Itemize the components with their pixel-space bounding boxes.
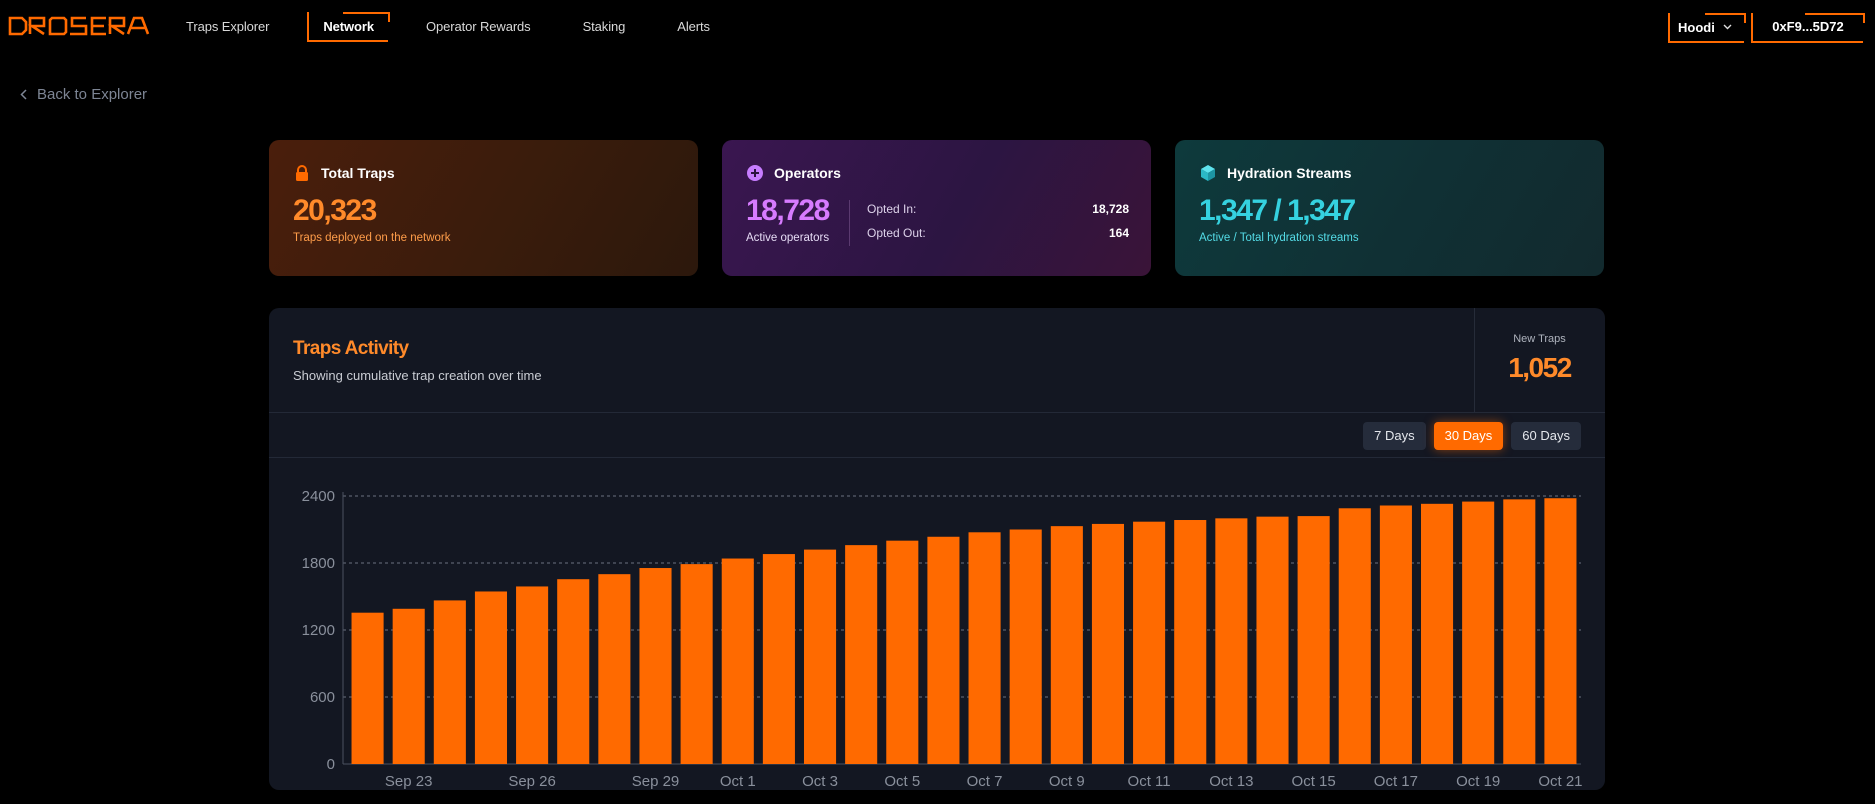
- y-tick-label: 1800: [302, 555, 335, 572]
- operators-divider: [849, 200, 850, 246]
- hydration-streams-card: Hydration Streams 1,347 / 1,347 Active /…: [1175, 140, 1604, 276]
- bar-oct-10[interactable]: [1091, 523, 1125, 764]
- x-tick-label: Oct 5: [884, 773, 920, 790]
- nav-alerts[interactable]: Alerts: [663, 12, 724, 42]
- activity-title: Traps Activity: [293, 338, 409, 359]
- bar-sep-22[interactable]: [351, 612, 384, 764]
- x-tick-label: Sep 26: [508, 773, 556, 790]
- bar-oct-5[interactable]: [886, 540, 919, 764]
- range-selector: 7 Days 30 Days 60 Days: [1355, 422, 1581, 450]
- y-tick-label: 1200: [302, 622, 335, 639]
- bar-oct-3[interactable]: [803, 549, 837, 764]
- opted-in-value: 18,728: [1092, 202, 1129, 216]
- operators-card: Operators 18,728 Active operators Opted …: [722, 140, 1151, 276]
- bar-sep-24[interactable]: [433, 600, 466, 764]
- network-select-label: Hoodi: [1678, 19, 1715, 35]
- bar-oct-1[interactable]: [721, 558, 754, 764]
- total-traps-title: Total Traps: [321, 165, 395, 181]
- total-traps-card: Total Traps 20,323 Traps deployed on the…: [269, 140, 698, 276]
- bar-oct-17[interactable]: [1379, 505, 1412, 764]
- bar-sep-27[interactable]: [557, 579, 590, 764]
- x-tick-label: Oct 1: [720, 773, 756, 790]
- range-60-days-button[interactable]: 60 Days: [1511, 422, 1581, 450]
- bar-oct-15[interactable]: [1297, 516, 1330, 764]
- opted-out-value: 164: [1108, 226, 1129, 240]
- bar-oct-20[interactable]: [1503, 499, 1536, 764]
- nav-staking[interactable]: Staking: [569, 12, 640, 42]
- top-nav-bar: Traps Explorer Network Operator Rewards …: [0, 0, 1875, 56]
- bar-oct-13[interactable]: [1215, 518, 1248, 764]
- new-traps-value: 1,052: [1508, 352, 1572, 383]
- total-traps-value: 20,323: [293, 194, 377, 227]
- plus-circle-icon: [746, 164, 764, 182]
- x-tick-label: Oct 17: [1374, 773, 1418, 790]
- bar-sep-28[interactable]: [598, 574, 631, 764]
- bar-oct-6[interactable]: [927, 536, 960, 764]
- cube-icon: [1199, 164, 1217, 182]
- bar-oct-2[interactable]: [762, 554, 795, 764]
- bar-sep-26[interactable]: [516, 586, 549, 764]
- bar-oct-19[interactable]: [1462, 501, 1495, 764]
- wallet-button[interactable]: 0xF9...5D72: [1751, 13, 1865, 43]
- opted-in-label: Opted In:: [867, 202, 917, 216]
- nav-traps-explorer[interactable]: Traps Explorer: [172, 12, 283, 42]
- bar-oct-21[interactable]: [1544, 498, 1577, 764]
- x-tick-label: Oct 7: [967, 773, 1003, 790]
- lock-icon: [293, 164, 311, 182]
- bar-oct-18[interactable]: [1420, 503, 1454, 764]
- hydration-caption: Active / Total hydration streams: [1199, 232, 1359, 244]
- x-tick-label: Oct 11: [1128, 773, 1171, 790]
- x-tick-label: Sep 29: [632, 773, 680, 790]
- total-traps-caption: Traps deployed on the network: [293, 232, 451, 244]
- hydration-value: 1,347 / 1,347: [1199, 194, 1356, 227]
- divider: [269, 412, 1605, 413]
- bar-oct-14[interactable]: [1256, 516, 1289, 764]
- bar-sep-25[interactable]: [474, 591, 508, 764]
- operators-title: Operators: [774, 165, 841, 181]
- bar-oct-7[interactable]: [968, 532, 1001, 764]
- back-link-label: Back to Explorer: [37, 86, 148, 103]
- bar-oct-8[interactable]: [1009, 529, 1042, 765]
- bar-oct-16[interactable]: [1338, 508, 1371, 764]
- bar-oct-12[interactable]: [1174, 520, 1207, 764]
- bar-sep-30[interactable]: [680, 564, 713, 764]
- bar-sep-29[interactable]: [639, 568, 672, 764]
- bar-chart: 0 600 1200 1800 2400 Sep 23 Sep 26 Sep 29 Oct 1 O…: [302, 488, 1583, 790]
- nav-operator-rewards[interactable]: Operator Rewards: [412, 12, 545, 42]
- x-tick-label: Oct 15: [1292, 773, 1336, 790]
- network-select[interactable]: Hoodi: [1668, 13, 1746, 43]
- x-tick-label: Oct 3: [802, 773, 838, 790]
- traps-activity-chart: 0 600 1200 1800 2400 Sep 23 Sep 26 Sep 29 Oct 1 O…: [269, 468, 1605, 790]
- bar-oct-4[interactable]: [845, 545, 878, 764]
- opted-out-row: Opted Out: 164: [867, 226, 1129, 240]
- x-tick-label: Oct 19: [1456, 773, 1500, 790]
- x-tick-label: Oct 9: [1049, 773, 1085, 790]
- range-7-days-button[interactable]: 7 Days: [1363, 422, 1426, 450]
- x-tick-label: Oct 21: [1538, 773, 1582, 790]
- bar-sep-23[interactable]: [392, 608, 425, 764]
- chevron-left-icon: [20, 87, 27, 103]
- nav-network[interactable]: Network: [307, 12, 390, 42]
- chevron-down-icon: [1723, 22, 1732, 33]
- drosera-logo[interactable]: [8, 14, 150, 38]
- y-tick-label: 0: [327, 756, 335, 773]
- activity-subtitle: Showing cumulative trap creation over ti…: [293, 368, 542, 383]
- bar-oct-9[interactable]: [1050, 526, 1083, 764]
- x-tick-label: Oct 13: [1209, 773, 1253, 790]
- back-to-explorer-link[interactable]: Back to Explorer: [20, 86, 147, 103]
- opted-in-row: Opted In: 18,728: [867, 202, 1129, 216]
- bar-oct-11[interactable]: [1133, 521, 1166, 764]
- traps-activity-panel: Traps Activity Showing cumulative trap c…: [269, 308, 1605, 790]
- hydration-title: Hydration Streams: [1227, 165, 1352, 181]
- y-tick-label: 2400: [302, 488, 335, 505]
- range-30-days-button[interactable]: 30 Days: [1433, 422, 1504, 450]
- y-tick-label: 600: [310, 689, 335, 706]
- opted-out-label: Opted Out:: [867, 226, 926, 240]
- divider: [269, 457, 1605, 458]
- main-nav: Traps Explorer Network Operator Rewards …: [172, 12, 748, 42]
- new-traps-label: New Traps: [1513, 333, 1566, 345]
- x-tick-label: Sep 23: [385, 773, 433, 790]
